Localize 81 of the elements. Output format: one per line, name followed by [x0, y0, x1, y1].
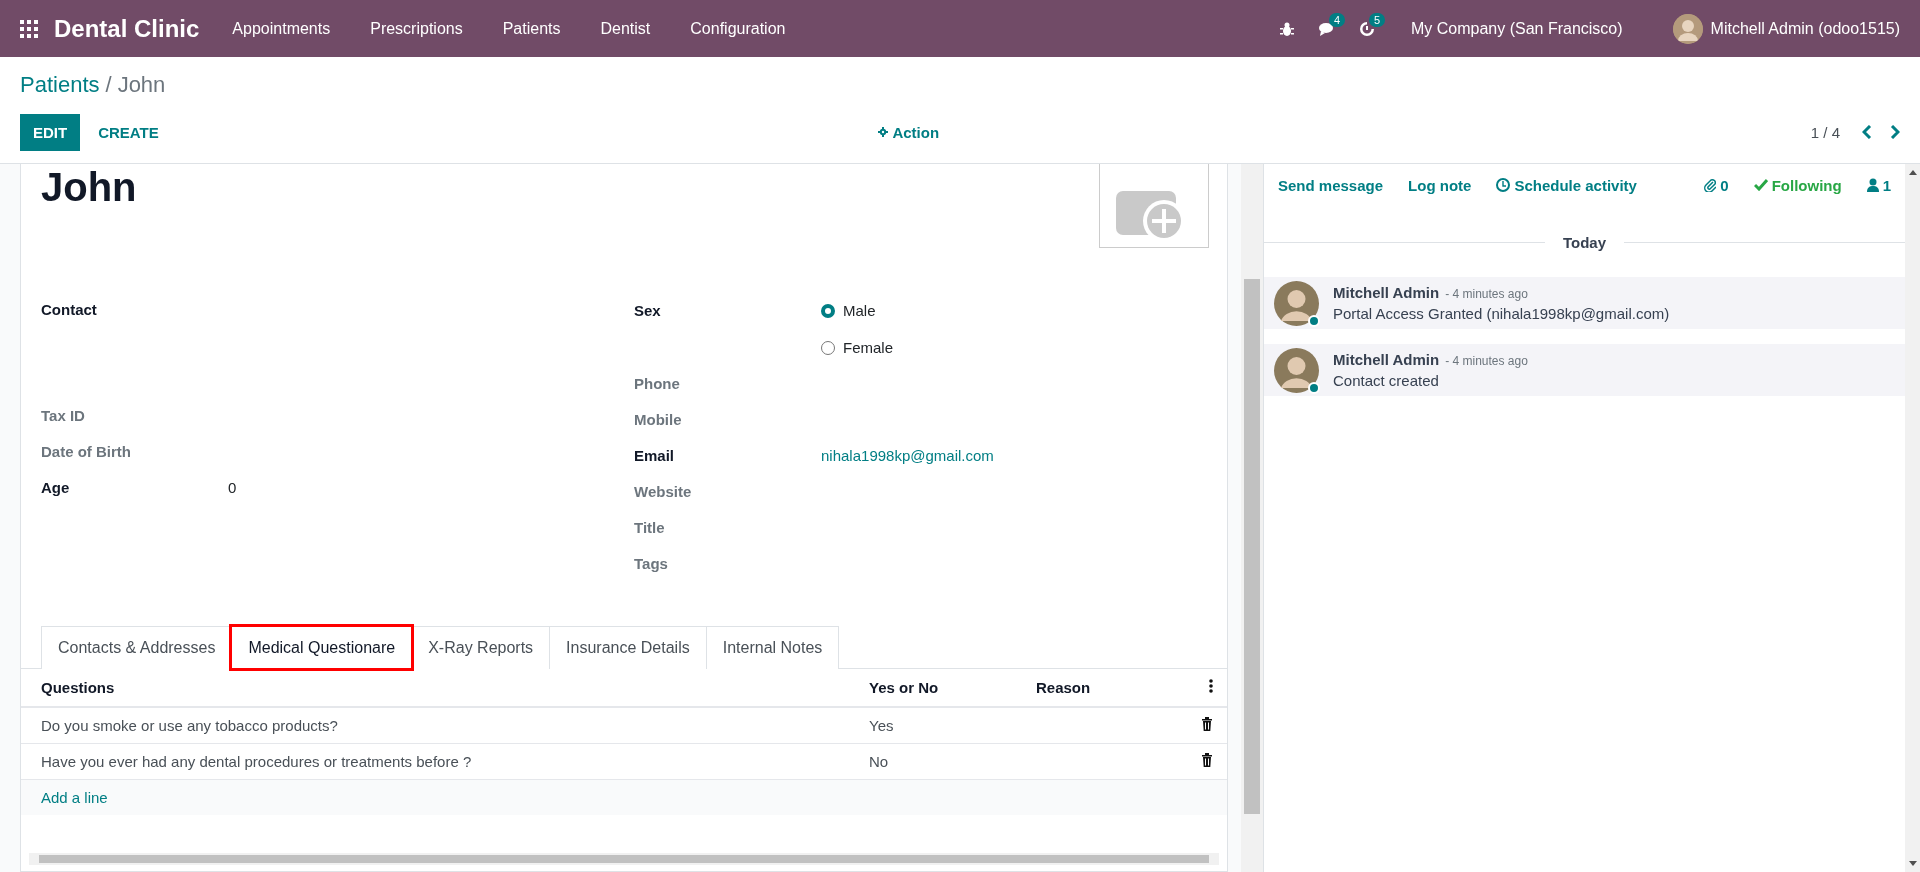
menu-item[interactable]: Configuration — [690, 19, 786, 38]
date-divider: Today — [1561, 234, 1608, 251]
pager-counter: 1 / 4 — [1810, 123, 1840, 141]
bug-icon[interactable] — [1278, 20, 1295, 37]
chevron-left-icon[interactable] — [1862, 125, 1872, 139]
radio-button[interactable] — [821, 340, 835, 355]
clock-icon[interactable] — [1358, 20, 1375, 37]
kebab-menu-icon[interactable] — [1209, 679, 1213, 693]
edit-button[interactable]: EDIT — [20, 113, 81, 151]
field-label: Date of Birth — [41, 442, 132, 462]
field-label: Title — [634, 518, 666, 538]
message-body: Portal Access Granted (nihala1998kp@gmail.com) — [1333, 305, 1670, 322]
avatar — [1274, 347, 1319, 393]
check-icon — [1753, 179, 1768, 191]
tab[interactable]: Medical Questionare — [231, 626, 413, 669]
horizontal-scrollbar[interactable] — [29, 853, 1219, 865]
trash-icon[interactable] — [1201, 753, 1213, 767]
table-cell: Do you smoke or use any tobacco products? — [21, 707, 868, 744]
tab[interactable]: Insurance Details — [549, 626, 707, 669]
field-label: Tags — [634, 554, 669, 574]
page-scrollbar[interactable] — [1905, 164, 1920, 872]
user-menu[interactable]: Mitchell Admin (odoo1515) — [1710, 19, 1900, 38]
scroll-up-arrow-icon[interactable] — [1908, 170, 1917, 175]
gear-icon — [878, 127, 889, 137]
notification-badge: 5 — [1368, 12, 1386, 27]
message-author: Mitchell Admin — [1333, 284, 1440, 301]
add-line-link[interactable]: Add a line — [41, 789, 108, 806]
notification-badge: 4 — [1328, 12, 1346, 27]
followers-button[interactable]: 1 — [1866, 176, 1891, 194]
breadcrumb-separator: / — [105, 72, 112, 98]
action-button[interactable]: Action — [878, 123, 940, 141]
send-message-button[interactable]: Send message — [1278, 176, 1384, 194]
person-icon — [1866, 178, 1879, 192]
table-cell: No — [868, 743, 1035, 780]
field-label: Age — [41, 478, 71, 498]
field-value: 0 — [228, 478, 237, 498]
table-cell: Have you ever had any dental procedures or treatments before ? — [21, 743, 868, 780]
paperclip-icon — [1704, 178, 1717, 192]
message-time: - 4 minutes ago — [1445, 287, 1528, 301]
create-button[interactable]: CREATE — [85, 113, 172, 151]
menu-item[interactable]: Appointments — [232, 19, 331, 38]
email-link[interactable]: nihala1998kp@gmail.com — [821, 438, 994, 474]
message-time: - 4 minutes ago — [1445, 354, 1528, 368]
tab[interactable]: Internal Notes — [705, 626, 840, 669]
table-cell: Yes — [868, 707, 1035, 744]
field-label: Tax ID — [41, 406, 86, 426]
column-header: Questions — [21, 669, 868, 707]
menu-item[interactable]: Prescriptions — [370, 19, 463, 38]
breadcrumb-link[interactable]: Patients — [20, 72, 100, 98]
chevron-right-icon[interactable] — [1890, 125, 1900, 139]
radio-label: Female — [843, 339, 894, 356]
menu-item[interactable]: Patients — [502, 19, 561, 38]
field-label: Email — [634, 446, 676, 466]
record-name: John — [41, 167, 137, 209]
field-label: Contact — [41, 300, 98, 320]
column-header: Reason — [1035, 669, 1182, 707]
radio-label: Male — [843, 302, 876, 319]
column-header: Yes or No — [868, 669, 1035, 707]
breadcrumb-current: John — [117, 72, 166, 98]
radio-button[interactable] — [821, 303, 835, 318]
field-label: Sex — [634, 301, 662, 321]
tab[interactable]: X-Ray Reports — [411, 626, 551, 669]
message-author: Mitchell Admin — [1333, 351, 1440, 368]
trash-icon[interactable] — [1201, 717, 1213, 731]
message-body: Contact created — [1333, 372, 1440, 389]
log-note-button[interactable]: Log note — [1408, 176, 1472, 194]
clock-icon — [1496, 178, 1511, 192]
vertical-scrollbar[interactable] — [1241, 164, 1263, 872]
app-title: Dental Clinic — [54, 14, 200, 43]
menu-item[interactable]: Dentist — [600, 19, 651, 38]
scroll-down-arrow-icon[interactable] — [1908, 861, 1917, 866]
schedule-activity-button[interactable]: Schedule activity — [1496, 176, 1637, 194]
avatar — [1274, 280, 1319, 326]
user-avatar[interactable] — [1672, 13, 1703, 44]
company-switcher[interactable]: My Company (San Francisco) — [1410, 19, 1623, 38]
field-label: Phone — [634, 374, 681, 394]
field-label: Mobile — [634, 410, 683, 430]
attachments-button[interactable]: 0 — [1704, 176, 1729, 194]
chat-bubbles-icon[interactable] — [1318, 20, 1335, 37]
field-label: Website — [634, 482, 693, 502]
apps-menu-icon[interactable] — [20, 19, 38, 38]
